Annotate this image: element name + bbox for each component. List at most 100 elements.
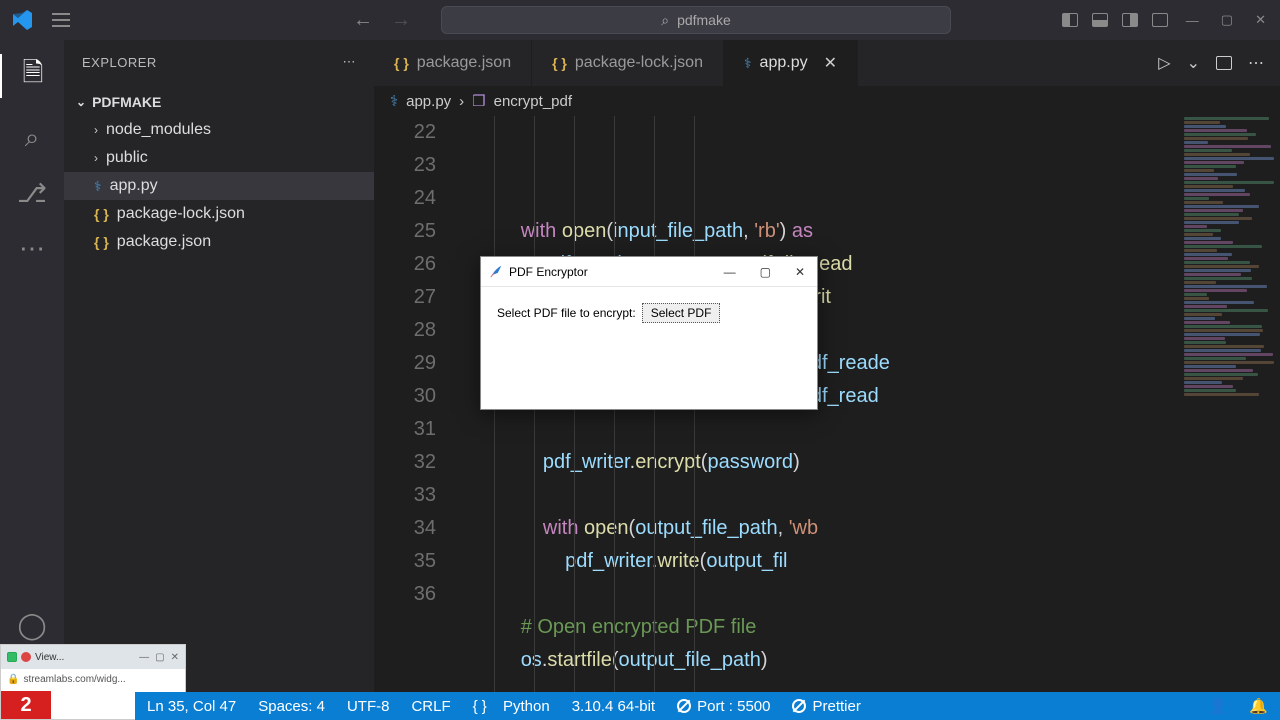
activity-bar: 🗎 ⌕ ⎇ ⋯ ◯ ⚙ [0,40,64,696]
lock-icon: 🔒 [7,674,19,685]
line-gutter: 222324252627282930313233343536 [374,116,454,696]
command-search[interactable]: ⌕ pdfmake [441,6,951,34]
status-eol[interactable]: CRLF [411,698,450,715]
breadcrumb[interactable]: ⚕ app.py › ❒ encrypt_pdf [374,86,1280,116]
activity-explorer[interactable]: 🗎 [0,54,64,98]
layout-right-icon[interactable] [1122,13,1138,27]
search-icon: ⌕ [661,12,669,29]
tab-label: app.py [760,54,808,72]
window-minimize-icon[interactable]: — [1182,11,1203,30]
tree-item[interactable]: { } package.json [64,228,374,256]
activity-search[interactable]: ⌕ [25,122,40,154]
activity-more[interactable]: ⋯ [19,233,45,264]
notify-dot-icon [21,652,31,662]
python-icon: ⚕ [390,92,398,110]
tree-item[interactable]: › node_modules [64,116,374,144]
breadcrumb-symbol: encrypt_pdf [494,93,572,110]
status-port[interactable]: Port : 5500 [677,698,770,715]
tk-titlebar[interactable]: PDF Encryptor — ▢ ✕ [481,257,817,287]
select-pdf-button[interactable]: Select PDF [642,303,721,323]
tree-item-label: package.json [117,233,211,251]
nav-back-icon[interactable]: ← [353,9,373,32]
run-icon[interactable]: ▷ [1158,53,1170,73]
tree-item[interactable]: ⚕ app.py [64,172,374,200]
layout-grid-icon[interactable] [1152,13,1168,27]
tk-feather-icon [489,265,503,279]
editor-tabs: { } package.json { } package-lock.json ⚕ app.… [374,40,1280,86]
tree-item-label: app.py [110,177,158,195]
activity-account[interactable]: ◯ [17,610,46,641]
json-icon: { } [94,234,109,250]
tk-dialog: PDF Encryptor — ▢ ✕ Select PDF file to e… [480,256,818,410]
breadcrumb-file: app.py [406,93,451,110]
block-icon [792,699,806,713]
activity-git[interactable]: ⎇ [17,178,47,209]
browser-url: streamlabs.com/widg... [23,674,125,685]
project-header[interactable]: ⌄ PDFMAKE [64,88,374,116]
python-icon: ⚕ [744,55,752,72]
json-icon: { } [94,206,109,222]
status-formatter[interactable]: Prettier [792,698,860,715]
nav-forward-icon[interactable]: → [391,9,411,32]
tk-maximize-icon[interactable]: ▢ [756,263,775,281]
tree-item-label: public [106,149,148,167]
chevron-right-icon: › [94,151,98,165]
browser-address[interactable]: 🔒 streamlabs.com/widg... [1,669,185,689]
status-bar: Ln 35, Col 47 Spaces: 4 UTF-8 CRLF { } P… [135,692,1280,720]
tk-close-icon[interactable]: ✕ [791,263,809,281]
tree-item[interactable]: { } package-lock.json [64,200,374,228]
python-icon: ⚕ [94,178,102,195]
browser-tab-title: View... [35,652,64,663]
status-indent[interactable]: Spaces: 4 [258,698,325,715]
file-tree: ›node_modules›public⚕app.py{ }package-lo… [64,116,374,256]
history-nav: ← → [353,9,411,32]
favicon-icon [7,652,17,662]
title-bar: ← → ⌕ pdfmake — ▢ ✕ [0,0,1280,40]
editor-more-icon[interactable]: ⋯ [1248,53,1264,73]
tree-item-label: node_modules [106,121,211,139]
layout-left-icon[interactable] [1062,13,1078,27]
editor-tab[interactable]: ⚕ app.py ✕ [724,40,858,86]
sidebar: EXPLORER ⋯ ⌄ PDFMAKE › node_modules › publi… [64,40,374,696]
editor-tab[interactable]: { } package.json [374,40,532,86]
status-feedback-icon[interactable]: 👤 [1209,697,1228,715]
chevron-down-icon: ⌄ [76,95,86,109]
sidebar-more-icon[interactable]: ⋯ [343,54,357,70]
layout-bottom-icon[interactable] [1092,13,1108,27]
tk-title-text: PDF Encryptor [509,265,588,279]
tree-item[interactable]: › public [64,144,374,172]
b-close-icon[interactable]: ✕ [171,652,179,663]
status-encoding[interactable]: UTF-8 [347,698,390,715]
split-editor-icon[interactable] [1216,56,1232,70]
window-close-icon[interactable]: ✕ [1251,10,1270,30]
json-icon: { } [394,55,409,71]
status-interpreter[interactable]: 3.10.4 64-bit [572,698,655,715]
search-text: pdfmake [677,12,731,28]
tab-label: package.json [417,54,511,72]
tk-prompt-label: Select PDF file to encrypt: [497,306,636,320]
chevron-right-icon: › [94,123,98,137]
status-bell-icon[interactable]: 🔔 [1249,697,1268,715]
editor-tab[interactable]: { } package-lock.json [532,40,724,86]
chevron-right-icon: › [459,93,464,110]
symbol-icon: ❒ [472,92,485,110]
menu-button[interactable] [46,7,76,33]
minimap[interactable] [1180,116,1280,676]
browser-tab[interactable]: View... — ▢ ✕ [1,645,185,669]
b-min-icon[interactable]: — [139,652,149,663]
files-icon: 🗎 [23,54,44,98]
tree-item-label: package-lock.json [117,205,245,223]
sidebar-title: EXPLORER [82,55,157,70]
block-icon [677,699,691,713]
b-max-icon[interactable]: ▢ [155,652,164,663]
window-maximize-icon[interactable]: ▢ [1217,10,1237,30]
tab-label: package-lock.json [575,54,703,72]
json-icon: { } [552,55,567,71]
tk-minimize-icon[interactable]: — [720,263,740,281]
status-cursor-pos[interactable]: Ln 35, Col 47 [147,698,236,715]
tab-close-icon[interactable]: ✕ [824,53,837,73]
vscode-logo-icon [10,8,34,32]
project-name: PDFMAKE [92,94,161,110]
status-language[interactable]: { } Python [473,698,550,715]
run-dropdown-icon[interactable]: ⌄ [1187,53,1200,73]
